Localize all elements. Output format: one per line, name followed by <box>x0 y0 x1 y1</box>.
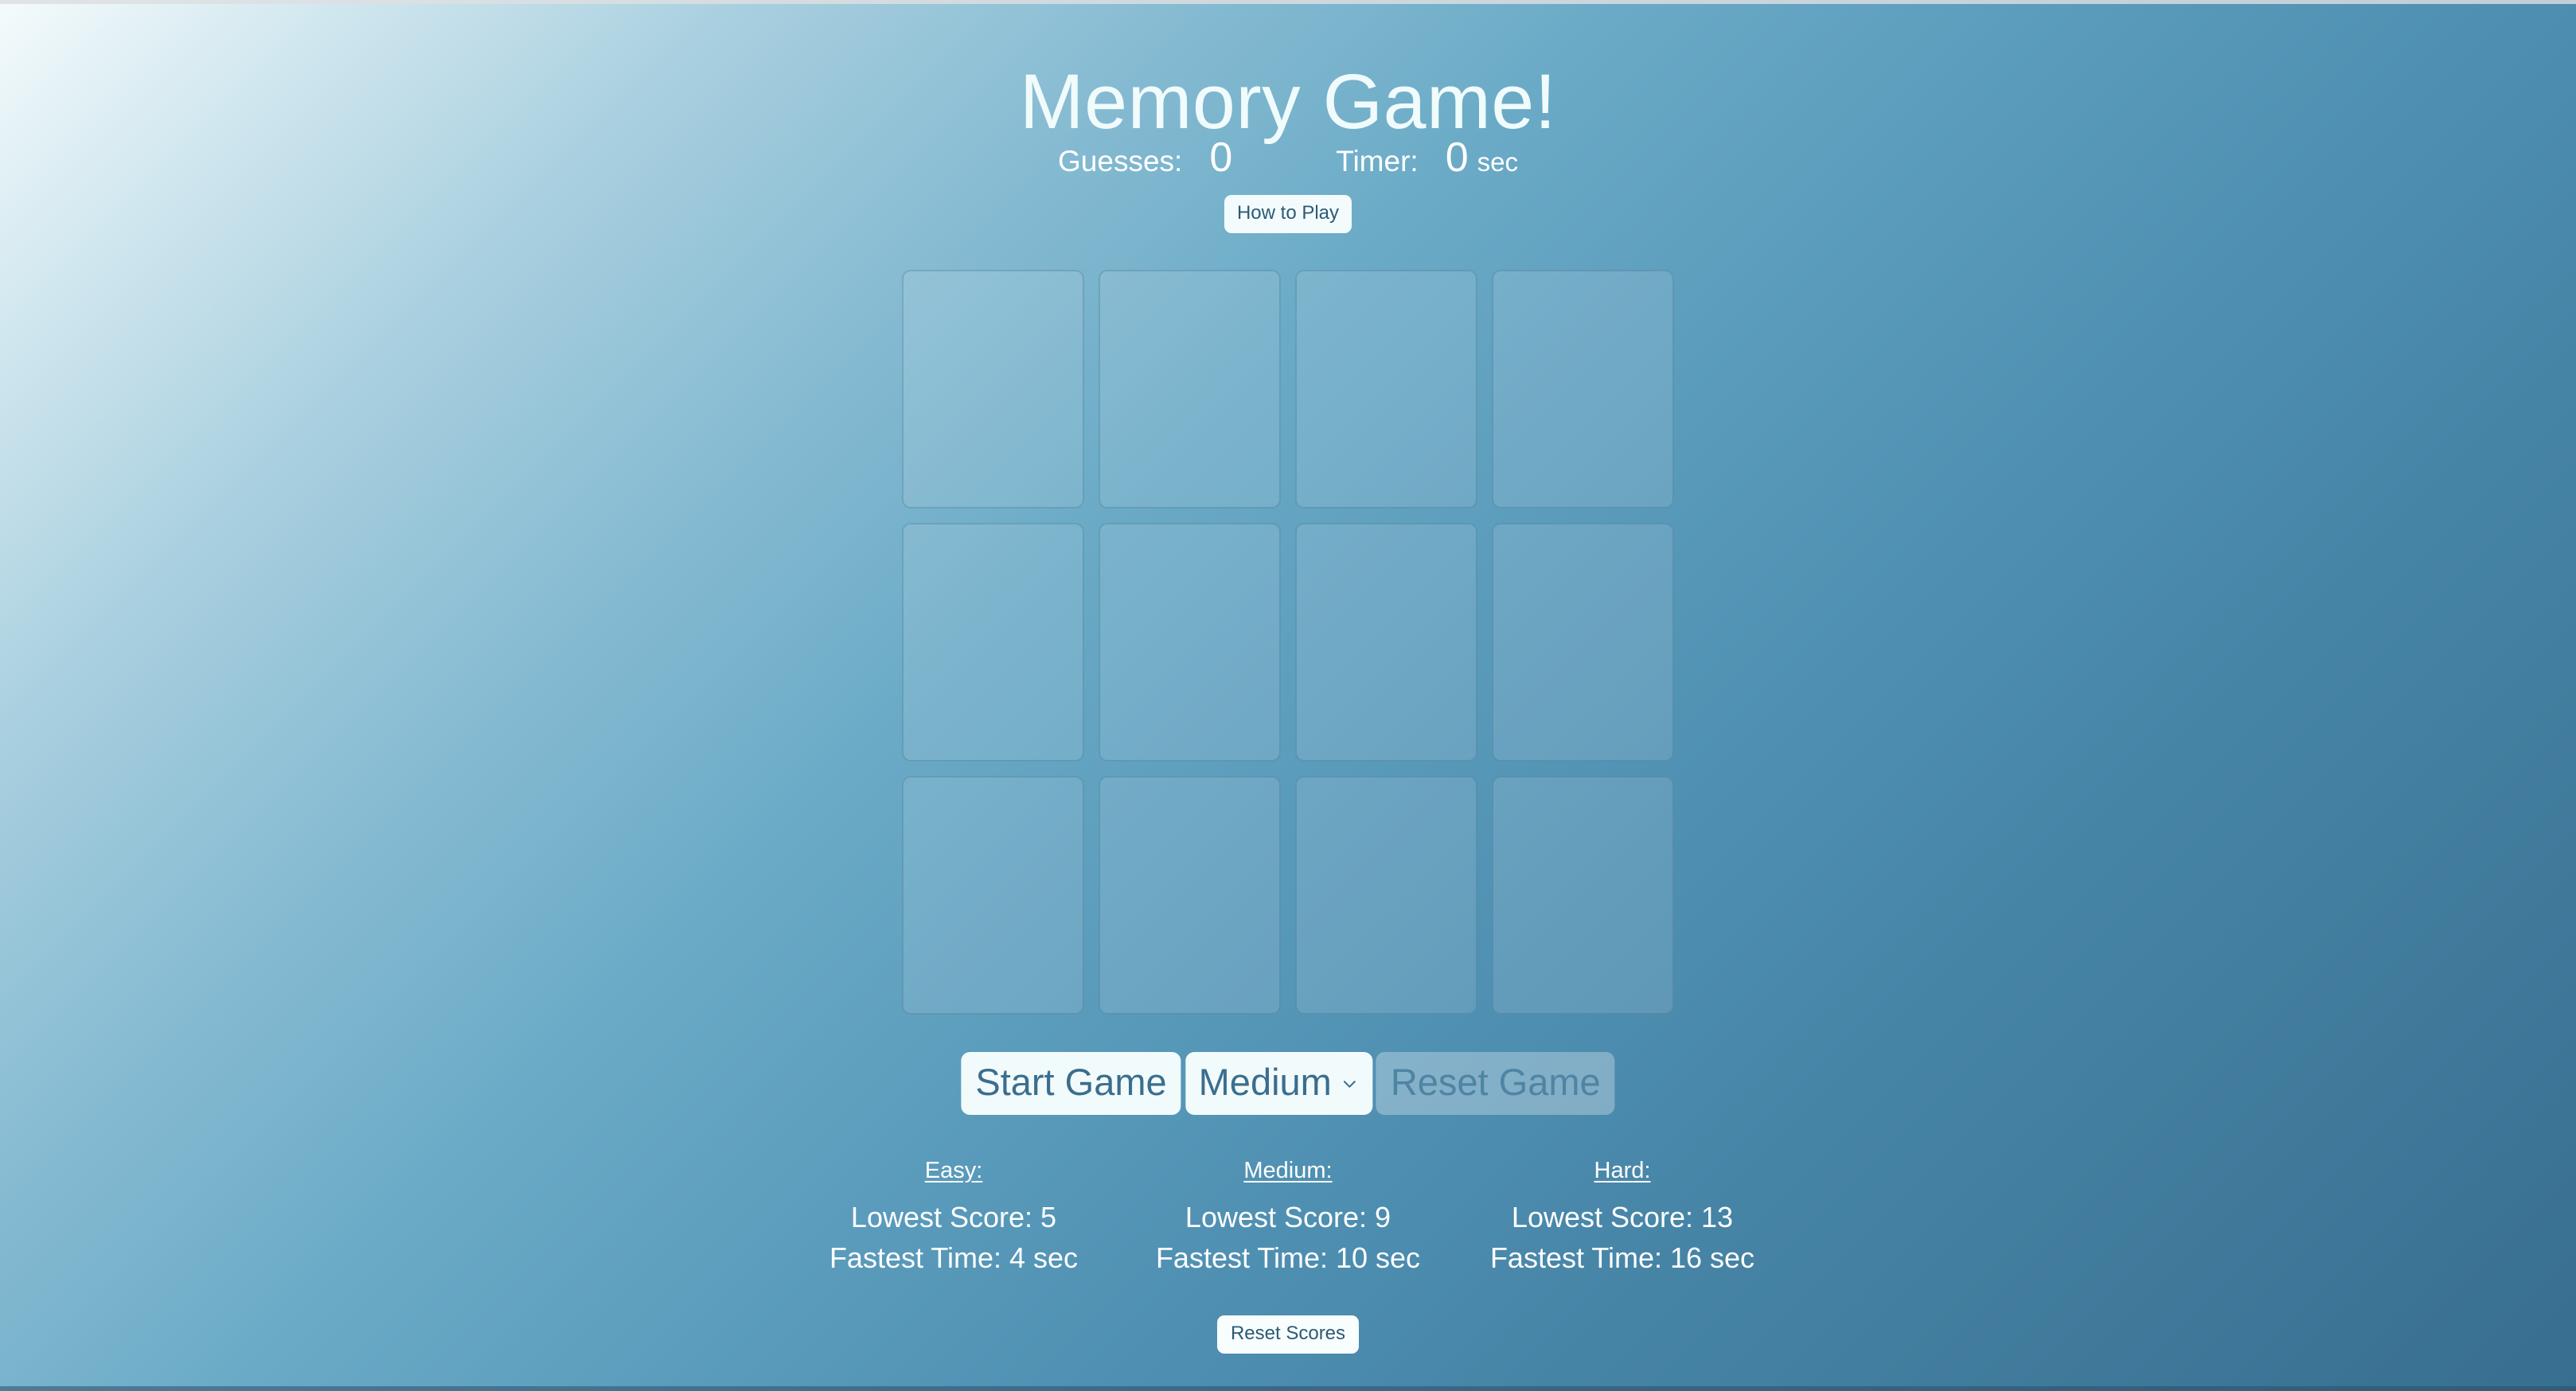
stats-row: Guesses: 0 Timer: 0 sec <box>0 137 2576 178</box>
difficulty-select[interactable]: Medium <box>1185 1052 1373 1115</box>
score-column-easy: Easy: Lowest Score: 5 Fastest Time: 4 se… <box>786 1158 1121 1278</box>
card-grid <box>902 270 1674 1015</box>
reset-game-button[interactable]: Reset Game <box>1376 1052 1615 1115</box>
bottom-edge-divider <box>0 1386 2576 1391</box>
reset-scores-button[interactable]: Reset Scores <box>1216 1315 1360 1354</box>
memory-card[interactable] <box>1295 776 1477 1015</box>
difficulty-select-value: Medium <box>1198 1061 1332 1103</box>
memory-game-page: Memory Game! Guesses: 0 Timer: 0 sec How… <box>0 0 2576 1391</box>
score-heading: Hard: <box>1594 1158 1651 1183</box>
guesses-stat: Guesses: 0 <box>1058 137 1232 178</box>
how-to-play-button[interactable]: How to Play <box>1224 195 1352 233</box>
score-heading: Easy: <box>924 1158 983 1183</box>
reset-scores-container: Reset Scores <box>0 1315 2576 1354</box>
fastest-time-value: Fastest Time: 10 sec <box>1155 1241 1421 1275</box>
memory-card[interactable] <box>1295 270 1477 508</box>
guesses-label: Guesses: <box>1058 145 1183 177</box>
memory-card[interactable] <box>1492 776 1674 1015</box>
fastest-time-value: Fastest Time: 4 sec <box>829 1241 1079 1275</box>
memory-card[interactable] <box>1492 523 1674 762</box>
memory-card[interactable] <box>1492 270 1674 508</box>
score-column-medium: Medium: Lowest Score: 9 Fastest Time: 10… <box>1121 1158 1455 1278</box>
memory-card[interactable] <box>902 523 1084 762</box>
guesses-value: 0 <box>1209 134 1233 181</box>
score-heading: Medium: <box>1243 1158 1333 1183</box>
lowest-score-value: Lowest Score: 13 <box>1511 1201 1734 1233</box>
memory-card[interactable] <box>902 270 1084 508</box>
difficulty-select-wrapper[interactable]: Medium <box>1185 1052 1373 1115</box>
memory-card[interactable] <box>1099 270 1281 508</box>
timer-stat: Timer: 0 sec <box>1336 137 1518 178</box>
memory-card[interactable] <box>1295 523 1477 762</box>
memory-card[interactable] <box>1099 523 1281 762</box>
memory-card[interactable] <box>902 776 1084 1015</box>
fastest-time-value: Fastest Time: 16 sec <box>1489 1241 1755 1275</box>
memory-card[interactable] <box>1099 776 1281 1015</box>
timer-value: 0 <box>1445 134 1469 181</box>
page-title: Memory Game! <box>1019 57 1557 145</box>
timer-label: Timer: <box>1336 145 1419 177</box>
lowest-score-value: Lowest Score: 5 <box>850 1201 1057 1233</box>
high-scores-panel: Easy: Lowest Score: 5 Fastest Time: 4 se… <box>786 1158 1790 1278</box>
timer-unit: sec <box>1477 147 1518 177</box>
lowest-score-value: Lowest Score: 9 <box>1185 1201 1391 1233</box>
top-edge-divider <box>0 0 2576 4</box>
how-to-play-container: How to Play <box>0 195 2576 233</box>
score-column-hard: Hard: Lowest Score: 13 Fastest Time: 16 … <box>1455 1158 1790 1278</box>
game-controls: Start Game Medium Reset Game <box>961 1052 1615 1115</box>
start-game-button[interactable]: Start Game <box>961 1052 1181 1115</box>
